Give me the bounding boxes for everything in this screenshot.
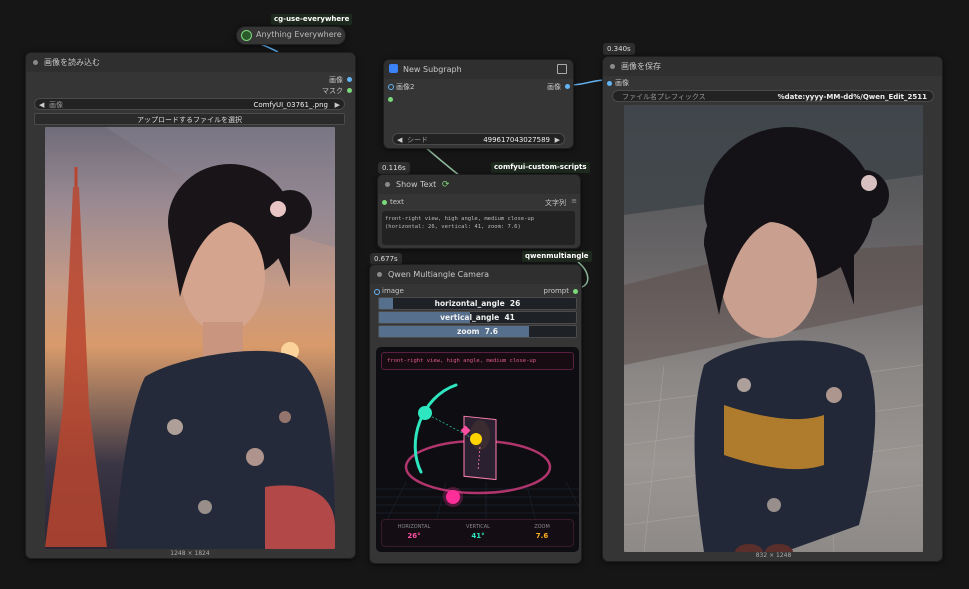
readout-horizontal: HORIZONTAL 26° xyxy=(382,524,446,540)
input-label-image: 画像 xyxy=(615,79,629,87)
arrow-left-icon[interactable]: ◀ xyxy=(39,99,44,109)
text-line-2: (horizontal: 26, vertical: 41, zoom: 7.6… xyxy=(385,224,521,230)
arrow-right-icon[interactable]: ▶ xyxy=(335,99,340,109)
collapse-dot-icon[interactable] xyxy=(385,182,390,187)
readout-horizontal-label: HORIZONTAL xyxy=(397,524,431,530)
upload-button-label: アップロードするファイルを選択 xyxy=(137,116,242,124)
anything-everywhere-title: Anything Everywhere xyxy=(256,30,342,39)
image-combo[interactable]: ◀ 画像 ComfyUI_03761_.png ▶ xyxy=(34,98,345,110)
input-label-image: image xyxy=(382,287,404,295)
vertical-angle-value: 41 xyxy=(504,313,515,322)
save-image-time-badge: 0.340s xyxy=(603,43,635,55)
node-title-text: Qwen Multiangle Camera xyxy=(388,270,490,279)
input-label-text: text xyxy=(390,198,404,206)
vertical-handle-icon[interactable] xyxy=(418,406,432,420)
node-title-text: New Subgraph xyxy=(403,65,462,74)
load-image-title[interactable]: 画像を読み込む xyxy=(26,53,355,72)
readout-vertical-label: VERTICAL xyxy=(466,524,490,530)
arrow-left-icon[interactable]: ◀ xyxy=(397,134,402,144)
output-image-preview xyxy=(624,105,923,552)
show-text-time-badge: 0.116s xyxy=(378,162,410,174)
filename-prefix-widget[interactable]: ファイル名プレフィックス %date:yyyy-MM-dd%/Qwen_Edit… xyxy=(612,90,934,102)
output-illustration xyxy=(624,105,923,552)
seed-value: 499617043027589 xyxy=(483,136,550,144)
zoom-value: 7.6 xyxy=(484,327,499,336)
load-image-node[interactable]: 画像を読み込む 画像 マスク ◀ 画像 ComfyUI_03761_.png ▶… xyxy=(25,52,356,559)
zoom-handle-icon[interactable] xyxy=(470,433,482,445)
save-image-node[interactable]: 画像を保存 画像 ファイル名プレフィックス %date:yyyy-MM-dd%/… xyxy=(602,56,943,562)
readout-vertical-value: 41° xyxy=(471,532,485,540)
output-image-dot[interactable] xyxy=(565,84,570,89)
qwenmultiangle-tag: qwenmultiangle xyxy=(522,251,592,262)
output-label-prompt: prompt xyxy=(543,287,569,295)
zoom-label: zoom xyxy=(456,327,480,336)
input-image-dims: 1248 × 1824 xyxy=(170,550,210,557)
output-label-image: 画像 xyxy=(547,83,561,91)
arrow-right-icon[interactable]: ▶ xyxy=(555,134,560,144)
link-subgraph-image-out xyxy=(569,79,607,86)
image-combo-value: ComfyUI_03761_.png xyxy=(253,101,328,109)
input-image2-dot[interactable] xyxy=(388,84,394,90)
show-text-logo-icon: ⟳ xyxy=(441,180,450,190)
camera-3d-preview[interactable]: front-right view, high angle, medium clo… xyxy=(376,347,579,552)
input-image-dot[interactable] xyxy=(374,289,380,295)
link-subgraph-to-showtext xyxy=(423,145,461,177)
node-title-text: 画像を保存 xyxy=(621,62,661,71)
input-image-preview xyxy=(45,127,335,549)
seed-widget[interactable]: ◀ シード 499617043027589 ▶ xyxy=(392,133,565,145)
seed-label: シード xyxy=(407,136,428,144)
output-prompt-dot[interactable] xyxy=(573,289,578,294)
new-subgraph-node[interactable]: New Subgraph 画像2 画像 ◀ シード 49961704302758… xyxy=(383,59,574,149)
show-text-node[interactable]: Show Text ⟳ text 文字列 ≡ front-right view,… xyxy=(377,174,581,249)
output-label-string: 文字列 xyxy=(545,199,566,207)
prefix-label: ファイル名プレフィックス xyxy=(622,93,706,101)
node-title-text: 画像を読み込む xyxy=(44,58,100,67)
output-image-dims: 832 × 1248 xyxy=(755,552,792,559)
input-image-dot[interactable] xyxy=(607,81,612,86)
collapse-dot-icon[interactable] xyxy=(610,64,615,69)
vertical-angle-label: vertical_angle xyxy=(440,313,500,322)
show-text-textarea[interactable]: front-right view, high angle, medium clo… xyxy=(382,211,575,245)
readout-zoom-label: ZOOM xyxy=(534,524,550,530)
output-label-image: 画像 xyxy=(329,76,343,84)
input-extra-dot[interactable] xyxy=(388,97,393,102)
vertical-orbit-arc xyxy=(413,383,458,474)
image-illustration xyxy=(45,127,335,549)
output-image-dot[interactable] xyxy=(347,77,352,82)
input-text-dot[interactable] xyxy=(382,200,387,205)
open-subgraph-icon[interactable] xyxy=(557,64,567,74)
input-dot-icon[interactable] xyxy=(241,30,252,41)
vertical-angle-slider[interactable]: vertical_angle 41 xyxy=(378,311,577,324)
input-label-image2: 画像2 xyxy=(396,83,415,91)
image-combo-label: 画像 xyxy=(49,101,63,109)
anything-everywhere-node[interactable]: Anything Everywhere xyxy=(236,26,346,45)
prefix-value: %date:yyyy-MM-dd%/Qwen_Edit_2511 xyxy=(777,93,927,101)
cg-use-everywhere-tag: cg-use-everywhere xyxy=(271,14,353,25)
output-mask-dot[interactable] xyxy=(347,88,352,93)
subgraph-icon xyxy=(389,64,398,73)
upload-file-button[interactable]: アップロードするファイルを選択 xyxy=(34,113,345,125)
collapse-dot-icon[interactable] xyxy=(377,272,382,277)
collapse-dot-icon[interactable] xyxy=(33,60,38,65)
floor-grid xyxy=(376,481,579,523)
readout-panel: HORIZONTAL 26° VERTICAL 41° ZOOM 7.6 xyxy=(381,519,574,547)
qwen-camera-node[interactable]: Qwen Multiangle Camera image prompt hori… xyxy=(369,264,582,564)
readout-vertical: VERTICAL 41° xyxy=(446,524,510,540)
readout-zoom-value: 7.6 xyxy=(535,532,549,540)
show-text-title[interactable]: Show Text ⟳ xyxy=(378,175,580,194)
horizontal-angle-label: horizontal_angle xyxy=(434,299,505,308)
qwen-camera-title[interactable]: Qwen Multiangle Camera xyxy=(370,265,581,284)
text-line-1: front-right view, high angle, medium clo… xyxy=(385,216,535,222)
save-image-title[interactable]: 画像を保存 xyxy=(603,57,942,76)
readout-horizontal-value: 26° xyxy=(407,532,421,540)
list-output-icon[interactable]: ≡ xyxy=(571,197,577,205)
horizontal-angle-value: 26 xyxy=(509,299,521,308)
node-title-text: Show Text xyxy=(396,180,437,189)
subgraph-title[interactable]: New Subgraph xyxy=(384,60,573,79)
zoom-slider[interactable]: zoom 7.6 xyxy=(378,325,577,338)
custom-scripts-tag: comfyui-custom-scripts xyxy=(491,162,590,173)
readout-zoom: ZOOM 7.6 xyxy=(510,524,574,540)
horizontal-angle-slider[interactable]: horizontal_angle 26 xyxy=(378,297,577,310)
output-label-mask: マスク xyxy=(322,87,343,95)
